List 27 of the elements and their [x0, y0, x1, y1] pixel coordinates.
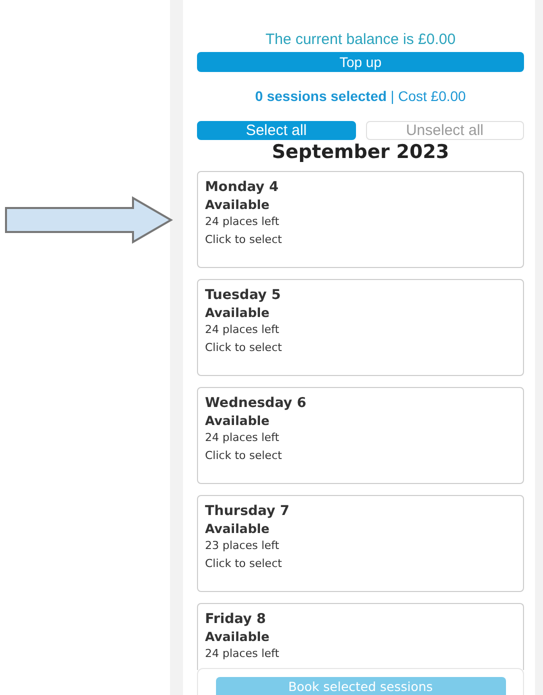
session-card[interactable]: Monday 4 Available 24 places left Click to select [197, 171, 524, 268]
session-day: Friday 8 [205, 611, 516, 628]
select-hint: Click to select [205, 232, 283, 248]
places-left: 24 places left [205, 430, 280, 446]
session-status: Available [205, 304, 271, 321]
session-day: Thursday 7 [205, 503, 516, 520]
session-status: Available [205, 520, 271, 537]
session-card[interactable]: Tuesday 5 Available 24 places left Click to select [197, 279, 524, 376]
select-hint: Click to select [205, 556, 283, 572]
session-status: Available [205, 196, 271, 213]
places-left: 23 places left [205, 538, 280, 554]
select-hint: Click to select [205, 340, 283, 356]
balance-text: The current balance is £0.00 [264, 31, 457, 48]
session-status: Available [205, 412, 271, 429]
session-day: Monday 4 [205, 179, 516, 196]
session-day: Tuesday 5 [205, 287, 516, 304]
select-hint: Click to select [205, 448, 283, 464]
session-day: Wednesday 6 [205, 395, 516, 412]
selection-summary: 0 sessions selected | Cost £0.00 [254, 88, 467, 104]
places-left: 24 places left [205, 322, 280, 338]
session-card[interactable]: Thursday 7 Available 23 places left Click to select [197, 495, 524, 592]
month-heading: September 2023 [270, 141, 450, 163]
session-status: Available [205, 628, 271, 645]
places-left: 24 places left [205, 646, 280, 662]
places-left: 24 places left [205, 214, 280, 230]
session-card[interactable]: Wednesday 6 Available 24 places left Click to select [197, 387, 524, 484]
arrow-icon [5, 196, 173, 244]
